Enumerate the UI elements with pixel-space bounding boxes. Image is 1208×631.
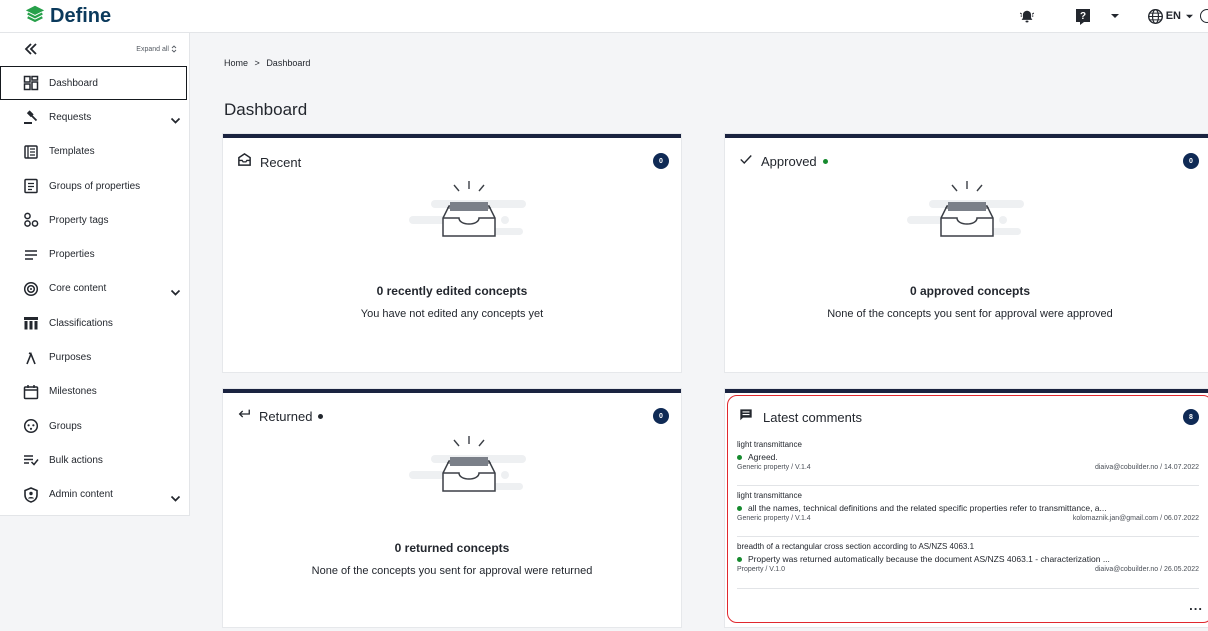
sidebar-item-label: Core content bbox=[49, 283, 107, 295]
returned-card: Returned 0 0 returned concepts None of t… bbox=[223, 389, 681, 627]
sidebar-item-label: Milestones bbox=[49, 386, 97, 398]
empty-title: 0 returned concepts bbox=[394, 541, 510, 555]
empty-inbox-illustration bbox=[409, 181, 526, 237]
sidebar-item-label: Properties bbox=[49, 249, 95, 261]
sidebar-item-bulk-actions[interactable]: Bulk actions bbox=[0, 443, 189, 477]
status-dot bbox=[822, 159, 828, 164]
empty-title: 0 approved concepts bbox=[909, 284, 1031, 298]
sidebar-item-label: Bulk actions bbox=[49, 454, 103, 466]
notifications-bell-icon[interactable] bbox=[1018, 8, 1036, 26]
bulk-actions-icon bbox=[22, 451, 40, 469]
count-badge: 0 bbox=[653, 408, 669, 424]
breadcrumb-home[interactable]: Home bbox=[224, 58, 248, 68]
shield-icon bbox=[22, 486, 40, 504]
sidebar-item-milestones[interactable]: Milestones bbox=[0, 375, 189, 409]
lambda-icon bbox=[22, 349, 40, 367]
breadcrumb: Home > Dashboard bbox=[224, 58, 310, 68]
lines-icon bbox=[22, 246, 40, 264]
sidebar-item-core-content[interactable]: Core content bbox=[0, 272, 189, 306]
dashboard-icon bbox=[22, 74, 40, 92]
expand-all-button[interactable]: Expand all bbox=[136, 45, 177, 53]
logo-icon bbox=[24, 3, 46, 30]
brand[interactable]: Define bbox=[24, 3, 111, 30]
top-bar: Define ? EN bbox=[0, 0, 1208, 33]
breadcrumb-current: Dashboard bbox=[266, 58, 311, 68]
sidebar-item-label: Requests bbox=[49, 111, 92, 123]
calendar-icon bbox=[22, 383, 40, 401]
sidebar-item-property-tags[interactable]: Property tags bbox=[0, 203, 189, 237]
sidebar-item-classifications[interactable]: Classifications bbox=[0, 306, 189, 340]
recent-card: Recent 0 0 recently edited concepts You … bbox=[223, 134, 681, 372]
sidebar-item-label: Property tags bbox=[49, 214, 109, 226]
document-list-icon bbox=[22, 177, 40, 195]
empty-title: 0 recently edited concepts bbox=[376, 284, 528, 298]
tags-icon bbox=[22, 211, 40, 229]
collapse-sidebar-icon[interactable] bbox=[24, 42, 38, 55]
language-selector[interactable]: EN bbox=[1166, 10, 1181, 22]
groups-icon bbox=[22, 417, 40, 435]
empty-subtitle: None of the concepts you sent for approv… bbox=[311, 565, 593, 577]
sidebar-item-label: Classifications bbox=[49, 317, 113, 329]
empty-subtitle: None of the concepts you sent for approv… bbox=[827, 308, 1113, 320]
help-icon[interactable]: ? bbox=[1075, 8, 1091, 26]
globe-icon[interactable] bbox=[1147, 8, 1164, 25]
gavel-icon bbox=[22, 108, 40, 126]
sidebar-item-label: Admin content bbox=[49, 489, 113, 501]
status-dot bbox=[318, 414, 324, 419]
sidebar-item-templates[interactable]: Templates bbox=[0, 135, 189, 169]
highlight-outline bbox=[727, 395, 1208, 623]
count-badge: 0 bbox=[1183, 153, 1199, 169]
sidebar-item-dashboard[interactable]: Dashboard bbox=[0, 66, 187, 101]
expand-collapse-icon bbox=[171, 45, 177, 53]
empty-subtitle: You have not edited any concepts yet bbox=[360, 308, 544, 320]
svg-text:?: ? bbox=[1080, 11, 1086, 22]
sidebar: Expand all Dashboard Requests Templates … bbox=[0, 33, 190, 516]
user-avatar-icon[interactable] bbox=[1200, 9, 1208, 23]
card-title: Returned bbox=[259, 409, 313, 424]
card-title: Approved bbox=[761, 154, 817, 169]
sidebar-item-properties[interactable]: Properties bbox=[0, 237, 189, 271]
count-badge: 0 bbox=[653, 153, 669, 169]
app-name: Define bbox=[50, 4, 112, 27]
sidebar-item-label: Groups of properties bbox=[49, 180, 141, 192]
sidebar-item-purposes[interactable]: Purposes bbox=[0, 340, 189, 374]
sidebar-item-groups[interactable]: Groups bbox=[0, 409, 189, 443]
chevron-down-icon[interactable] bbox=[170, 112, 181, 124]
expand-all-label: Expand all bbox=[136, 45, 169, 53]
sidebar-item-label: Purposes bbox=[49, 352, 92, 364]
main-content: Home > Dashboard Dashboard Recent 0 0 re… bbox=[191, 34, 1208, 631]
templates-icon bbox=[22, 143, 40, 161]
return-arrow-icon bbox=[237, 407, 251, 426]
chevron-down-icon[interactable] bbox=[170, 284, 181, 296]
sidebar-item-groups-of-properties[interactable]: Groups of properties bbox=[0, 169, 189, 203]
page-title: Dashboard bbox=[224, 100, 308, 119]
sidebar-item-label: Templates bbox=[49, 146, 95, 158]
checkmark-icon bbox=[739, 152, 753, 171]
approved-card: Approved 0 0 approved concepts None of t… bbox=[725, 134, 1208, 372]
card-title: Recent bbox=[260, 154, 302, 170]
breadcrumb-separator: > bbox=[254, 58, 260, 68]
sidebar-item-label: Groups bbox=[49, 420, 82, 432]
language-caret-down-icon[interactable] bbox=[1185, 13, 1194, 20]
empty-inbox-illustration bbox=[907, 181, 1024, 237]
sidebar-item-admin-content[interactable]: Admin content bbox=[0, 478, 189, 512]
sidebar-item-label: Dashboard bbox=[49, 77, 98, 89]
target-icon bbox=[22, 280, 40, 298]
empty-inbox-illustration bbox=[409, 436, 526, 492]
classifications-icon bbox=[22, 314, 40, 332]
inbox-icon bbox=[237, 152, 252, 172]
sidebar-item-requests[interactable]: Requests bbox=[0, 100, 189, 134]
help-caret-down-icon[interactable] bbox=[1110, 12, 1120, 20]
chevron-down-icon[interactable] bbox=[170, 490, 181, 502]
